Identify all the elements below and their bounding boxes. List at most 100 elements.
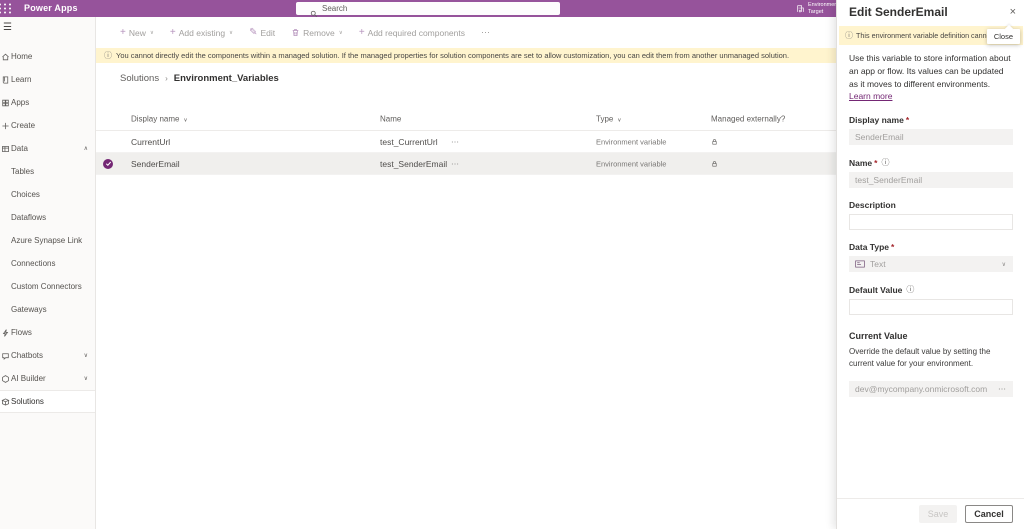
edit-button[interactable]: ✎ Edit — [249, 26, 275, 38]
display-name-field: SenderEmail — [849, 129, 1013, 145]
left-navigation: ☰ Home Learn Apps Create Data ∧ Tables C… — [0, 17, 96, 529]
column-header-display-name[interactable]: Display name ∨ — [131, 114, 188, 123]
add-existing-button[interactable]: + Add existing ∨ — [169, 26, 234, 38]
panel-title: Edit SenderEmail — [849, 5, 948, 19]
learn-more-link[interactable]: Learn more — [849, 91, 892, 101]
sidebar-item-custom-connectors[interactable]: Custom Connectors — [0, 275, 95, 298]
pencil-icon: ✎ — [249, 26, 258, 38]
description-label: Description — [849, 200, 896, 210]
column-header-type[interactable]: Type ∨ — [596, 114, 621, 123]
sidebar-item-choices[interactable]: Choices — [0, 183, 95, 206]
sidebar-item-learn[interactable]: Learn — [0, 68, 95, 91]
lock-icon — [711, 138, 718, 146]
environment-picker[interactable]: Environment Target — [796, 0, 839, 17]
chevron-down-icon: ∨ — [338, 29, 343, 36]
breadcrumb-separator: › — [165, 73, 168, 83]
ai-builder-icon — [1, 374, 10, 383]
data-type-dropdown: Text ∨ — [849, 256, 1013, 272]
sort-chevron-icon: ∨ — [183, 117, 188, 123]
chevron-down-icon: ∨ — [83, 353, 88, 359]
plus-icon — [1, 121, 10, 130]
sidebar-item-gateways[interactable]: Gateways — [0, 298, 95, 321]
app-launcher-waffle-icon[interactable] — [0, 2, 12, 15]
panel-warning-text: This environment variable definition can… — [856, 31, 1003, 40]
panel-body: Use this variable to store information a… — [849, 52, 1013, 397]
close-icon[interactable]: × — [1010, 5, 1016, 19]
name-field: test_SenderEmail — [849, 172, 1013, 188]
sidebar-item-ai-builder[interactable]: AI Builder ∨ — [0, 367, 95, 390]
column-header-managed-externally[interactable]: Managed externally? — [711, 114, 785, 123]
sidebar-item-apps[interactable]: Apps — [0, 91, 95, 114]
display-name-label: Display name — [849, 115, 904, 125]
current-value-help-text: Override the default value by setting th… — [849, 347, 991, 368]
sidebar-item-tables[interactable]: Tables — [0, 160, 95, 183]
row-commands-icon[interactable]: ⋯ — [451, 137, 460, 146]
sort-chevron-icon: ∨ — [617, 117, 622, 123]
default-value-field[interactable] — [849, 299, 1013, 315]
panel-intro-text: Use this variable to store information a… — [849, 53, 1011, 89]
plus-icon: + — [169, 26, 176, 38]
sidebar-item-chatbots[interactable]: Chatbots ∨ — [0, 344, 95, 367]
sidebar-item-flows[interactable]: Flows — [0, 321, 95, 344]
info-icon: ⓘ — [104, 51, 112, 60]
row-commands-icon[interactable]: ⋯ — [451, 159, 460, 168]
power-apps-window: Power Apps Search Environment Target ☰ H… — [0, 0, 1024, 529]
selected-check-icon[interactable] — [103, 158, 113, 169]
cancel-button[interactable]: Cancel — [965, 505, 1013, 523]
sidebar-item-data[interactable]: Data ∧ — [0, 137, 95, 160]
info-icon: ⓘ — [906, 285, 915, 294]
breadcrumb-solutions-link[interactable]: Solutions — [120, 73, 159, 84]
plus-icon: + — [358, 26, 365, 38]
more-commands-button[interactable]: ⋯ — [481, 27, 491, 38]
remove-button[interactable]: Remove ∨ — [291, 28, 343, 38]
sidebar-item-dataflows[interactable]: Dataflows — [0, 206, 95, 229]
current-value-field: dev@mycompany.onmicrosoft.com ⋯ — [849, 381, 1013, 397]
app-title: Power Apps — [24, 3, 78, 13]
name-label: Name — [849, 157, 873, 168]
page-title: Environment_Variables — [173, 72, 279, 84]
sidebar-item-azure-synapse-link[interactable]: Azure Synapse Link — [0, 229, 95, 252]
sidebar-item-solutions[interactable]: Solutions — [0, 390, 95, 413]
edit-variable-panel: Edit SenderEmail × ⓘ This environment va… — [836, 0, 1024, 529]
table-row-senderemail[interactable]: SenderEmail ⋯ test_SenderEmail Environme… — [96, 153, 836, 175]
new-button[interactable]: + New ∨ — [120, 26, 154, 38]
chatbot-icon — [1, 351, 10, 360]
banner-text: You cannot directly edit the components … — [116, 51, 790, 60]
current-value-more-icon[interactable]: ⋯ — [998, 385, 1007, 394]
book-icon — [1, 75, 10, 84]
info-icon: ⓘ — [845, 31, 853, 40]
panel-footer: Save Cancel — [837, 498, 1024, 529]
solutions-box-icon — [1, 397, 10, 406]
data-type-label: Data Type — [849, 242, 889, 252]
add-required-components-button[interactable]: + Add required components — [358, 26, 465, 38]
text-type-icon — [855, 260, 865, 268]
hamburger-icon[interactable]: ☰ — [0, 17, 95, 39]
sidebar-item-create[interactable]: Create — [0, 114, 95, 137]
sidebar-item-connections[interactable]: Connections — [0, 252, 95, 275]
chevron-up-icon: ∧ — [83, 146, 88, 152]
components-table: Display name ∨ Name Type ∨ Managed externa… — [96, 107, 836, 175]
required-asterisk: * — [905, 115, 910, 125]
table-header-row: Display name ∨ Name Type ∨ Managed externa… — [96, 107, 836, 131]
sidebar-item-home[interactable]: Home — [0, 45, 95, 68]
chevron-down-icon: ∨ — [229, 29, 234, 36]
environment-building-icon — [796, 0, 805, 18]
environment-name: Target — [808, 8, 824, 15]
required-asterisk: * — [874, 157, 878, 168]
current-value-heading: Current Value — [849, 331, 908, 341]
column-header-name[interactable]: Name — [380, 114, 401, 123]
trash-icon — [291, 28, 300, 37]
search-input[interactable]: Search — [296, 2, 560, 17]
save-button[interactable]: Save — [919, 505, 957, 523]
plus-icon: + — [120, 26, 126, 38]
close-tooltip: Close — [986, 29, 1020, 44]
info-icon: ⓘ — [881, 158, 890, 167]
apps-grid-icon — [1, 98, 10, 107]
description-field[interactable] — [849, 214, 1013, 230]
table-row-currenturl[interactable]: CurrentUrl ⋯ test_CurrentUrl Environment… — [96, 131, 836, 153]
required-asterisk: * — [891, 242, 895, 252]
nav-list: Home Learn Apps Create Data ∧ Tables Cho… — [0, 45, 95, 413]
flow-lightning-icon — [1, 328, 10, 337]
data-table-icon — [1, 144, 10, 153]
home-icon — [1, 52, 10, 61]
